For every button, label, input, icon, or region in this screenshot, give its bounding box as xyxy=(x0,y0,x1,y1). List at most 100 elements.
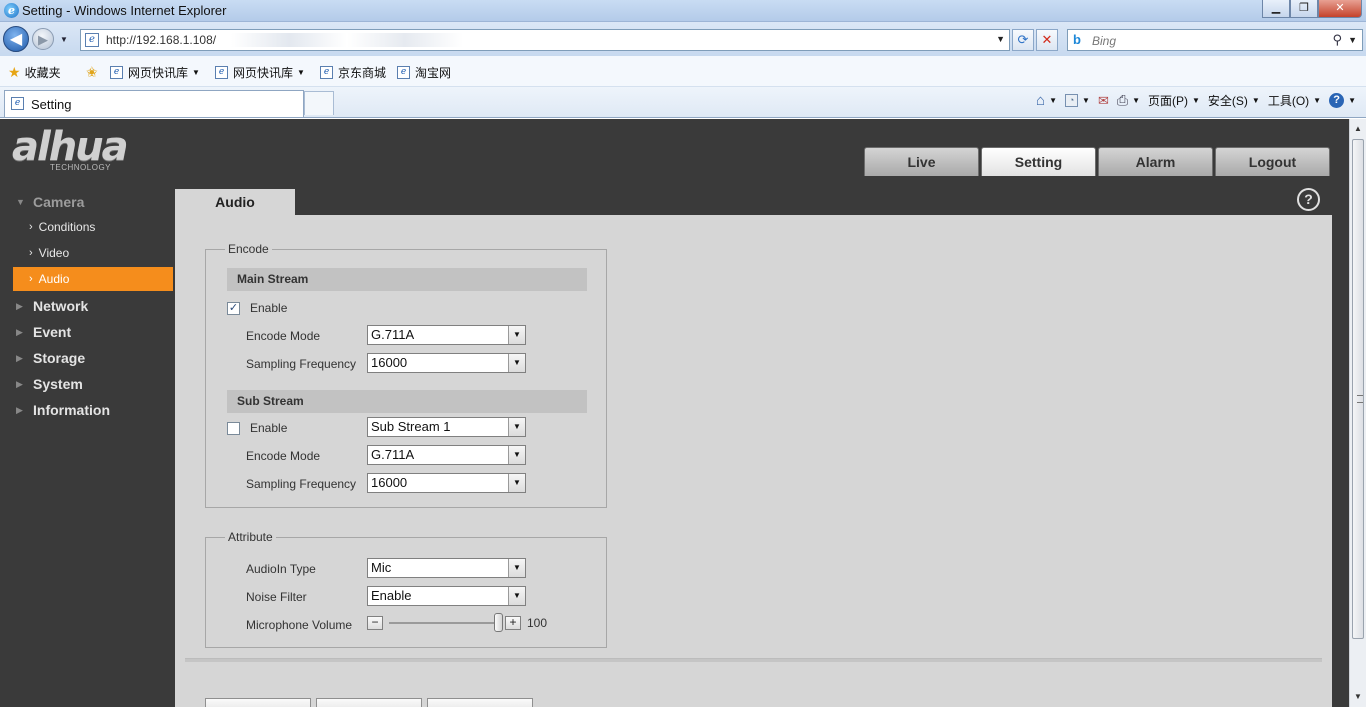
refresh-settings-button[interactable] xyxy=(316,698,422,707)
sidebar-item-audio[interactable]: › Audio xyxy=(13,267,173,291)
main-mode-label: Encode Mode xyxy=(246,329,321,343)
slider-line xyxy=(389,622,499,624)
page-scrollbar[interactable]: ▲ ▼ xyxy=(1349,119,1366,707)
sidebar-item-label: Audio xyxy=(38,272,70,286)
sidebar-group-event[interactable]: ▶ Event xyxy=(16,324,71,340)
chevron-right-icon: › xyxy=(29,221,33,233)
logo-brand: alhua xyxy=(12,124,129,170)
stop-button[interactable]: ✕ xyxy=(1036,29,1058,51)
main-enable-checkbox[interactable]: ✓ xyxy=(227,301,240,315)
sidebar-item-video[interactable]: › Video xyxy=(13,241,173,265)
fav-item-label: 网页快讯库 xyxy=(233,66,294,80)
volume-handle[interactable] xyxy=(494,613,503,632)
address-dropdown-icon[interactable]: ▼ xyxy=(996,34,1005,44)
back-button[interactable]: ◀ xyxy=(3,26,29,52)
nav-alarm[interactable]: Alarm xyxy=(1098,147,1213,176)
chevron-down-icon[interactable]: ▼ xyxy=(508,446,525,464)
history-dropdown-icon[interactable]: ▼ xyxy=(60,35,68,44)
noise-filter-select[interactable]: Enable ▼ xyxy=(367,586,526,606)
triangle-down-icon: ▼ xyxy=(16,197,25,207)
page-tab-audio[interactable]: Audio xyxy=(175,189,295,215)
sub-enable-checkbox[interactable] xyxy=(227,421,240,435)
forward-button[interactable]: ▶ xyxy=(32,28,54,50)
home-button[interactable]: ⌂ ▼ xyxy=(1036,92,1057,109)
nav-setting[interactable]: Setting xyxy=(981,147,1096,176)
chevron-down-icon[interactable]: ▼ xyxy=(508,474,525,492)
webslice-icon: e xyxy=(215,66,228,79)
main-enable-label: Enable xyxy=(250,301,288,315)
chevron-down-icon[interactable]: ▼ xyxy=(508,354,525,372)
sidebar-item-conditions[interactable]: › Conditions xyxy=(13,215,173,239)
minimize-button[interactable]: ▁ xyxy=(1262,0,1290,18)
sidebar-group-storage[interactable]: ▶ Storage xyxy=(16,350,85,366)
noise-filter-label: Noise Filter xyxy=(246,590,307,604)
page-menu[interactable]: 页面(P) ▼ xyxy=(1148,92,1200,109)
address-bar[interactable]: e http://192.168.1.108/ ▼ xyxy=(80,29,1010,51)
fav-item-0[interactable]: e 网页快讯库 ▼ xyxy=(110,64,200,81)
chevron-down-icon: ▼ xyxy=(1082,96,1090,105)
tab-row: e Setting ⌂ ▼ ◔ ▼ ✉ ⎙ ▼ 页面(P) ▼ 安全(S) ▼ … xyxy=(0,87,1366,118)
sidebar-group-system[interactable]: ▶ System xyxy=(16,376,83,392)
scroll-down-icon[interactable]: ▼ xyxy=(1350,689,1366,705)
scroll-thumb[interactable] xyxy=(1352,139,1364,639)
fav-item-label: 京东商城 xyxy=(338,66,387,80)
new-tab-button[interactable] xyxy=(304,91,334,115)
chevron-right-icon: › xyxy=(29,273,33,285)
audioin-type-label: AudioIn Type xyxy=(246,562,316,576)
sidebar-group-information[interactable]: ▶ Information xyxy=(16,402,110,418)
close-button[interactable]: ✕ xyxy=(1318,0,1362,18)
main-enable-row[interactable]: ✓ Enable xyxy=(227,301,287,315)
sub-stream-select[interactable]: Sub Stream 1 ▼ xyxy=(367,417,526,437)
tab-setting[interactable]: e Setting xyxy=(4,90,304,117)
sidebar-group-label: Camera xyxy=(33,194,85,210)
search-box[interactable]: b Bing ⚲ ▼ xyxy=(1067,29,1363,51)
fav-item-3[interactable]: e 淘宝网 xyxy=(397,64,451,81)
microphone-volume-slider[interactable]: − + 100 xyxy=(367,613,547,632)
mail-button[interactable]: ✉ xyxy=(1098,93,1109,109)
search-dropdown-icon[interactable]: ▼ xyxy=(1348,35,1357,45)
chevron-down-icon[interactable]: ▼ xyxy=(508,587,525,605)
triangle-right-icon: ▶ xyxy=(16,326,23,337)
help-icon[interactable]: ? xyxy=(1297,188,1320,211)
triangle-right-icon: ▶ xyxy=(16,300,23,311)
audioin-type-select[interactable]: Mic ▼ xyxy=(367,558,526,578)
default-button[interactable] xyxy=(205,698,311,707)
sub-encode-mode-select[interactable]: G.711A ▼ xyxy=(367,445,526,465)
search-icon[interactable]: ⚲ xyxy=(1332,32,1342,48)
sidebar-group-camera[interactable]: ▼ Camera xyxy=(16,194,84,210)
page-icon: e xyxy=(85,33,99,47)
volume-increase-button[interactable]: + xyxy=(505,616,521,630)
chevron-down-icon[interactable]: ▼ xyxy=(508,326,525,344)
help-menu[interactable]: ? ▼ xyxy=(1329,93,1356,108)
refresh-button[interactable]: ⟳ xyxy=(1012,29,1034,51)
volume-decrease-button[interactable]: − xyxy=(367,616,383,630)
feeds-button[interactable]: ◔ ▼ xyxy=(1065,94,1090,107)
favorites-button[interactable]: ★ 收藏夹 xyxy=(8,64,61,81)
safety-menu[interactable]: 安全(S) ▼ xyxy=(1208,92,1260,109)
address-url[interactable]: http://192.168.1.108/ xyxy=(106,33,216,47)
search-placeholder[interactable]: Bing xyxy=(1092,34,1116,48)
add-favorite-button[interactable]: ✬ xyxy=(86,64,98,81)
sidebar-group-label: Network xyxy=(33,298,89,314)
star-icon: ★ xyxy=(8,64,21,80)
tools-menu[interactable]: 工具(O) ▼ xyxy=(1268,92,1321,109)
nav-live[interactable]: Live xyxy=(864,147,979,176)
select-value: Mic xyxy=(371,560,392,575)
chevron-down-icon[interactable]: ▼ xyxy=(508,559,525,577)
fav-item-1[interactable]: e 网页快讯库 ▼ xyxy=(215,64,305,81)
main-sampling-frequency-select[interactable]: 16000 ▼ xyxy=(367,353,526,373)
nav-logout[interactable]: Logout xyxy=(1215,147,1330,176)
maximize-button[interactable]: ❐ xyxy=(1290,0,1318,18)
main-encode-mode-select[interactable]: G.711A ▼ xyxy=(367,325,526,345)
chevron-down-icon[interactable]: ▼ xyxy=(508,418,525,436)
sub-sampling-frequency-select[interactable]: 16000 ▼ xyxy=(367,473,526,493)
print-button[interactable]: ⎙ ▼ xyxy=(1117,92,1140,109)
fav-item-2[interactable]: e 京东商城 xyxy=(320,64,386,81)
scroll-up-icon[interactable]: ▲ xyxy=(1350,121,1366,137)
sidebar-group-label: Information xyxy=(33,402,110,418)
select-value: G.711A xyxy=(371,447,415,462)
save-button[interactable] xyxy=(427,698,533,707)
volume-track[interactable] xyxy=(385,613,503,632)
sidebar-group-network[interactable]: ▶ Network xyxy=(16,298,88,314)
sub-enable-row[interactable]: Enable xyxy=(227,421,287,435)
